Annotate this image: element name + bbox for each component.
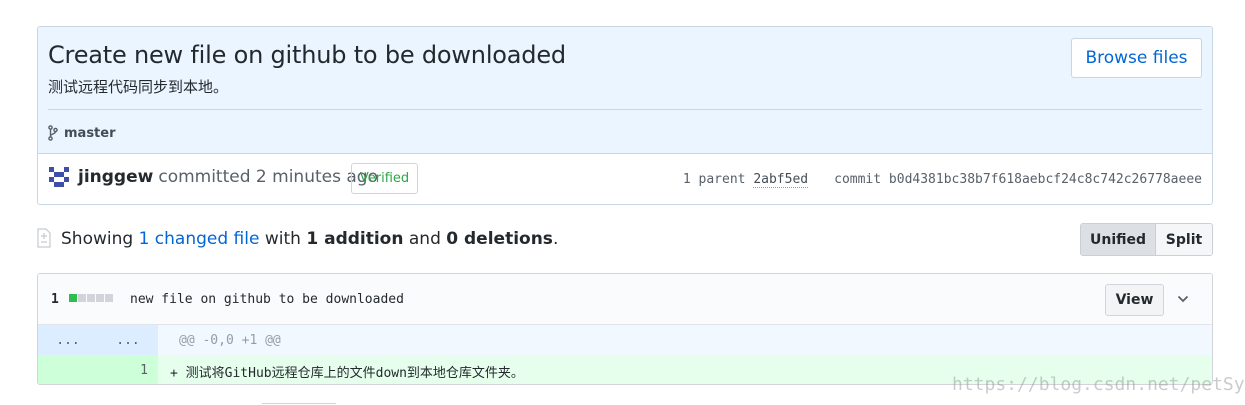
chevron-down-icon[interactable] (1177, 293, 1189, 305)
added-code: + 测试将GitHub远程仓库上的文件down到本地仓库文件夹。 (170, 366, 524, 381)
diff-summary: Showing 1 changed file with 1 addition a… (61, 229, 558, 249)
hunk-expand-right[interactable]: ... (98, 325, 158, 355)
line-number[interactable]: 1 (98, 355, 158, 384)
watermark: https://blog.csdn.net/petSym (952, 374, 1245, 395)
summary-with: with (264, 229, 301, 249)
file-diff: 1 new file on github to be downloaded Vi… (37, 273, 1213, 385)
commit-description: 测试远程代码同步到本地。 (48, 78, 229, 96)
committed-time: committed 2 minutes ago (158, 167, 378, 187)
view-file-button[interactable]: View (1105, 284, 1164, 316)
summary-additions: 1 addition (306, 229, 404, 249)
author-link[interactable]: jinggew (78, 167, 153, 187)
summary-and: and (408, 229, 441, 249)
change-count: 1 (51, 292, 59, 307)
parent-prefix: 1 parent (682, 172, 746, 187)
partial-element (262, 403, 336, 404)
divider (48, 109, 1202, 110)
file-diff-icon (37, 228, 51, 248)
branch-name: master (64, 125, 116, 141)
git-branch-icon (48, 125, 58, 141)
commit-sha: b0d4381bc38b7f618aebcf24c8c742c26778aeee (888, 172, 1202, 187)
parent-sha-link[interactable]: 2abf5ed (753, 172, 809, 188)
sha-block: 1 parent 2abf5ed commit b0d4381bc38b7f61… (682, 172, 1202, 188)
author-line: jinggew committed 2 minutes ago (78, 167, 378, 187)
parent-info: 1 parent 2abf5ed (682, 172, 809, 188)
browse-files-button[interactable]: Browse files (1071, 38, 1202, 78)
commit-meta: jinggew committed 2 minutes ago Verified… (38, 154, 1212, 204)
diffstat-bar (69, 294, 113, 302)
diff-view-toggle: Unified Split (1080, 223, 1213, 256)
avatar[interactable] (49, 167, 69, 187)
commit-box: Create new file on github to be download… (37, 26, 1213, 205)
commit-prefix: commit (834, 172, 882, 187)
hunk-header: @@ -0,0 +1 @@ (179, 333, 281, 348)
file-header: 1 new file on github to be downloaded Vi… (38, 274, 1212, 325)
commit-title: Create new file on github to be download… (48, 41, 566, 69)
commit-header: Create new file on github to be download… (38, 27, 1212, 154)
summary-deletions: 0 deletions (446, 229, 553, 249)
summary-period: . (552, 229, 559, 249)
hunk-expand-left[interactable]: ... (38, 325, 98, 355)
summary-showing: Showing (61, 229, 134, 249)
branch-label[interactable]: master (48, 125, 116, 141)
split-button[interactable]: Split (1156, 224, 1212, 255)
changed-files-link[interactable]: 1 changed file (139, 229, 260, 249)
unified-button[interactable]: Unified (1081, 224, 1156, 255)
file-name[interactable]: new file on github to be downloaded (130, 292, 404, 307)
verified-badge[interactable]: Verified (351, 163, 418, 194)
hunk-header-row: ... ... @@ -0,0 +1 @@ (38, 325, 1212, 355)
commit-info: commit b0d4381bc38b7f618aebcf24c8c742c26… (834, 172, 1202, 187)
